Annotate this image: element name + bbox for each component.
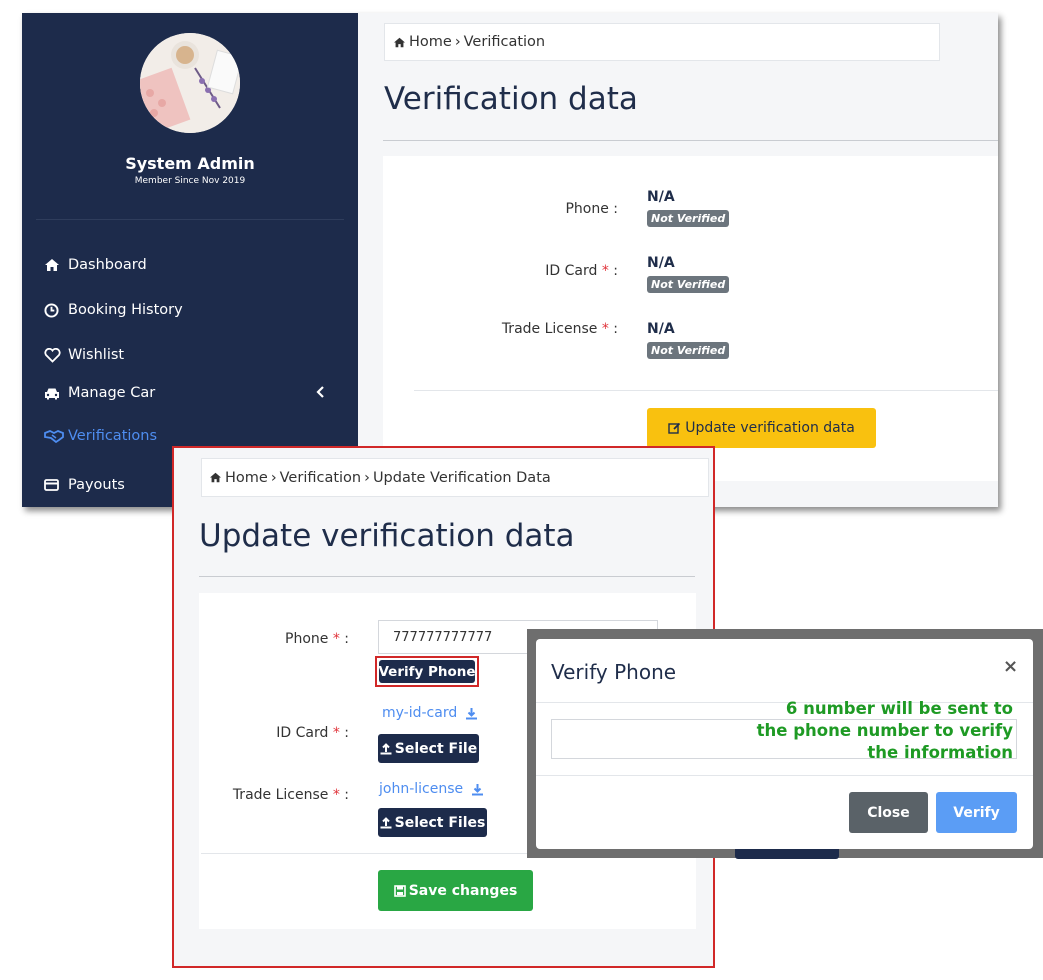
sidebar-divider: [36, 219, 344, 220]
breadcrumb-verification: Verification: [463, 34, 546, 50]
verify-button[interactable]: Verify: [936, 792, 1017, 833]
sidebar-item-payouts[interactable]: Payouts: [44, 472, 125, 498]
handshake-icon: [44, 429, 64, 443]
phone-label: Phone * :: [285, 631, 349, 647]
sidebar-item-label: Payouts: [68, 477, 125, 493]
card-divider: [414, 390, 998, 391]
title-divider: [199, 576, 695, 577]
save-changes-button[interactable]: Save changes: [378, 870, 533, 911]
verification-card: Phone : N/A Not Verified ID Card * : N/A…: [383, 156, 998, 481]
breadcrumb-home[interactable]: Home: [409, 34, 452, 50]
trade-license-label: Trade License * :: [501, 321, 618, 337]
sms-note: 6 number will be sent to the phone numbe…: [756, 699, 1013, 762]
verify-phone-modal: Verify Phone × 6 number will be sent to …: [536, 639, 1033, 849]
trade-license-label: Trade License * :: [232, 787, 349, 803]
sidebar-item-booking-history[interactable]: Booking History: [44, 297, 183, 323]
id-card-value: N/A: [647, 255, 675, 271]
page-title: Verification data: [384, 81, 638, 117]
user-name: System Admin: [125, 154, 255, 173]
breadcrumb: Home › Verification › Update Verificatio…: [201, 458, 709, 497]
home-icon: [44, 258, 64, 272]
home-icon: [209, 472, 222, 483]
sidebar-item-manage-car[interactable]: Manage Car: [44, 380, 155, 406]
chevron-left-icon[interactable]: [314, 384, 328, 398]
sidebar-item-dashboard[interactable]: Dashboard: [44, 252, 147, 278]
select-file-button[interactable]: Select File: [378, 734, 479, 763]
sidebar-item-label: Verifications: [68, 428, 158, 444]
id-card-file-link[interactable]: my-id-card: [382, 705, 478, 721]
id-card-label: ID Card * :: [545, 263, 618, 279]
close-icon[interactable]: ×: [1003, 656, 1018, 677]
credit-card-icon: [44, 479, 64, 491]
car-icon: [44, 387, 64, 400]
trade-license-file-link[interactable]: john-license: [379, 781, 484, 797]
sidebar-item-label: Wishlist: [68, 347, 125, 363]
verification-screen: System Admin Member Since Nov 2019 Dashb…: [22, 13, 998, 507]
breadcrumb-home[interactable]: Home: [225, 470, 268, 486]
sidebar-item-label: Dashboard: [68, 257, 147, 273]
modal-footer-divider: [536, 775, 1033, 776]
verify-phone-button[interactable]: Verify Phone: [378, 660, 476, 683]
sidebar-item-verifications[interactable]: Verifications: [44, 423, 157, 449]
sidebar: System Admin Member Since Nov 2019 Dashb…: [22, 13, 358, 507]
status-badge: Not Verified: [647, 276, 730, 293]
download-icon: [465, 707, 478, 720]
status-badge: Not Verified: [647, 210, 730, 227]
phone-label: Phone :: [565, 201, 618, 217]
sidebar-item-label: Booking History: [68, 302, 183, 318]
phone-value: N/A: [647, 189, 675, 205]
page-title: Update verification data: [199, 518, 575, 554]
breadcrumb-verification[interactable]: Verification: [280, 470, 361, 486]
heart-icon: [44, 347, 64, 363]
status-badge: Not Verified: [647, 342, 730, 359]
upload-icon: [380, 742, 392, 755]
download-icon: [471, 783, 484, 796]
select-files-button[interactable]: Select Files: [378, 808, 487, 837]
id-card-label: ID Card * :: [276, 725, 349, 741]
member-since: Member Since Nov 2019: [134, 176, 246, 186]
breadcrumb-update: Update Verification Data: [372, 469, 551, 486]
update-verification-button[interactable]: Update verification data: [647, 408, 876, 448]
sidebar-item-label: Manage Car: [68, 385, 156, 401]
edit-icon: [668, 422, 681, 435]
upload-icon: [380, 816, 392, 829]
breadcrumb: Home › Verification: [384, 23, 940, 61]
sidebar-item-wishlist[interactable]: Wishlist: [44, 342, 124, 368]
home-icon: [393, 37, 406, 48]
save-icon: [393, 884, 406, 897]
modal-title: Verify Phone: [551, 660, 677, 684]
title-divider: [383, 140, 998, 141]
avatar: [140, 33, 240, 133]
close-button[interactable]: Close: [849, 792, 928, 833]
clock-icon: [44, 302, 64, 318]
trade-license-value: N/A: [647, 321, 675, 337]
